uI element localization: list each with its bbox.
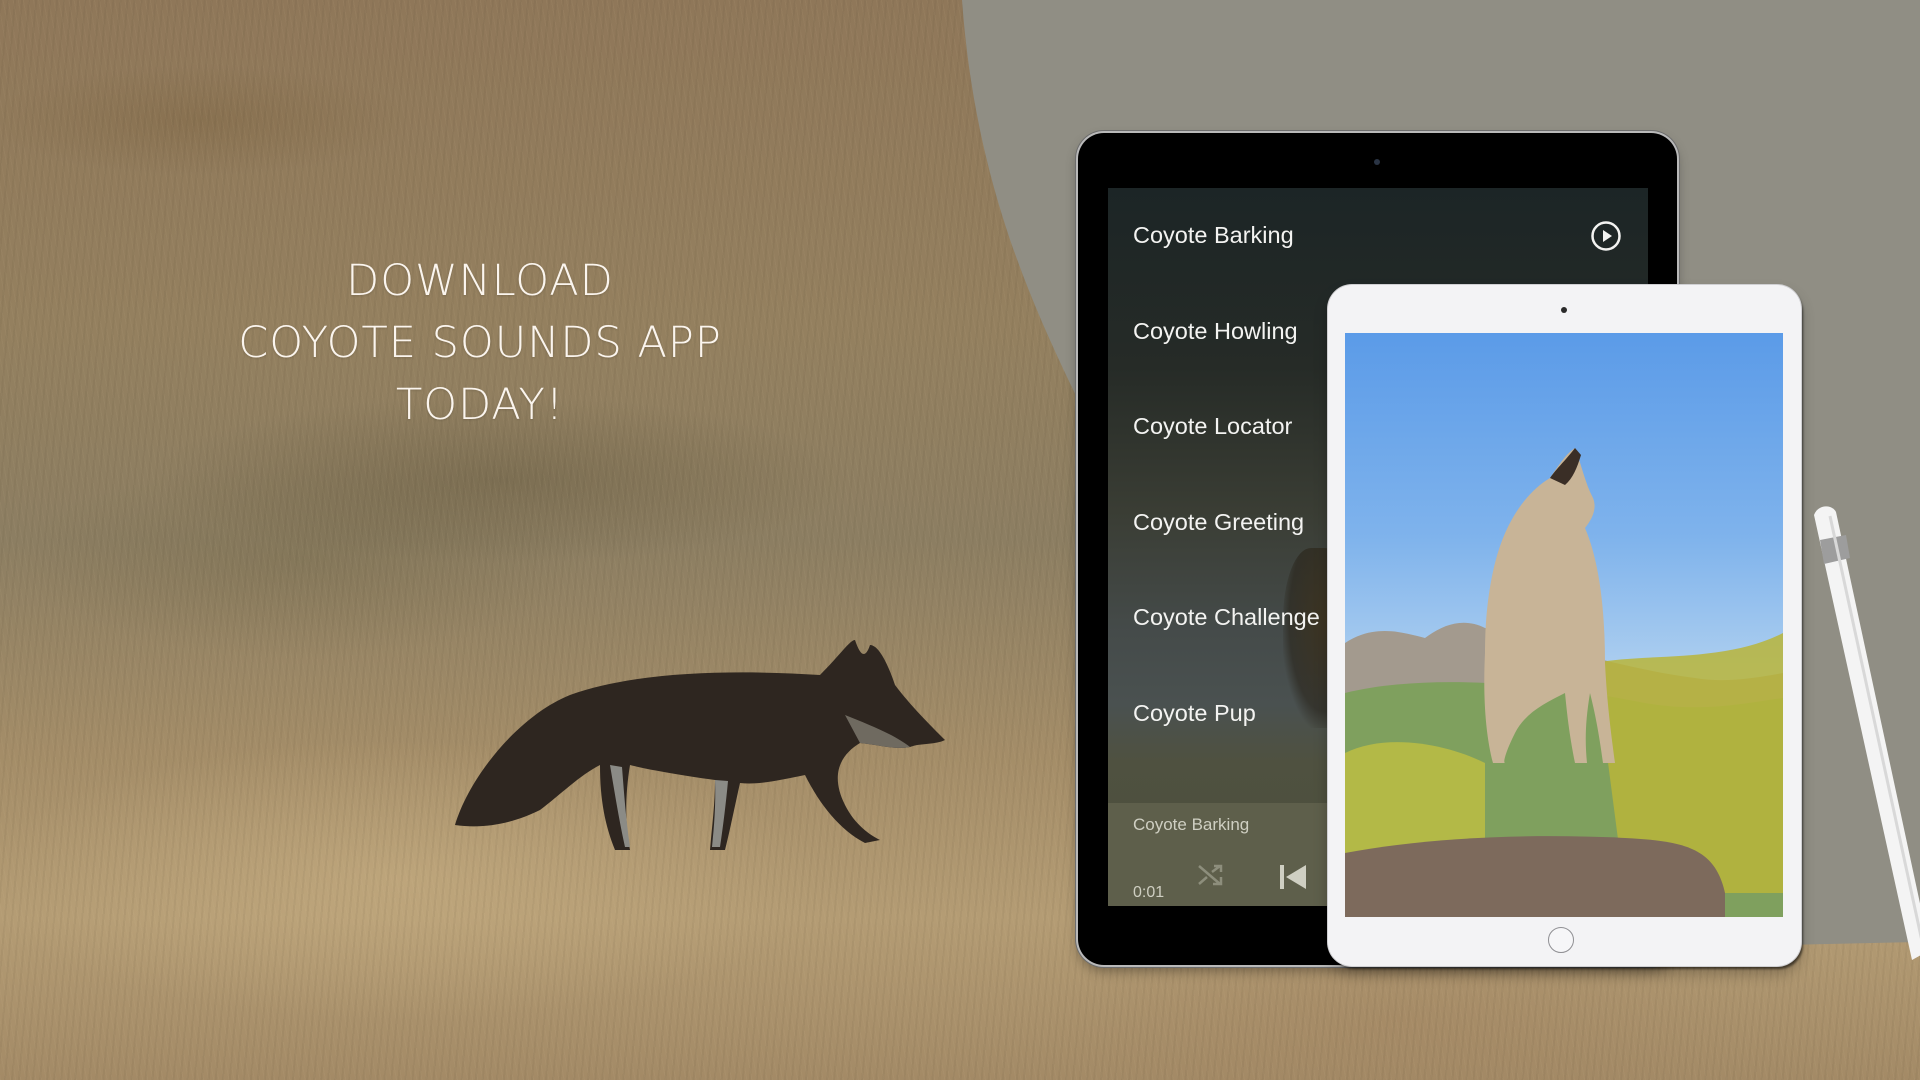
walking-coyote-image	[455, 640, 945, 850]
home-button[interactable]	[1548, 927, 1574, 953]
headline: DOWNLOAD COYOTE SOUNDS APP TODAY!	[230, 250, 730, 436]
track-label: Coyote Locator	[1133, 413, 1293, 440]
howling-coyote-screen	[1345, 333, 1783, 917]
headline-line-1: DOWNLOAD	[346, 256, 614, 306]
ipad-white-device	[1328, 285, 1801, 966]
track-label: Coyote Pup	[1133, 699, 1256, 726]
front-camera	[1561, 307, 1567, 313]
track-item-coyote-barking[interactable]: Coyote Barking	[1108, 188, 1648, 284]
now-playing-title: Coyote Barking	[1133, 815, 1250, 834]
play-circle-icon[interactable]	[1590, 220, 1622, 252]
headline-line-2: COYOTE SOUNDS APP	[238, 318, 722, 368]
track-label: Coyote Barking	[1133, 222, 1294, 249]
apple-pencil	[1814, 506, 1920, 960]
track-label: Coyote Greeting	[1133, 508, 1305, 535]
howling-coyote-image	[1345, 448, 1783, 917]
skip-previous-icon[interactable]	[1278, 863, 1308, 891]
shuffle-icon[interactable]	[1196, 861, 1226, 889]
track-label: Coyote Challenge	[1133, 604, 1320, 631]
headline-line-3: TODAY!	[395, 380, 565, 430]
track-label: Coyote Howling	[1133, 317, 1298, 344]
elapsed-time: 0:01	[1133, 884, 1165, 901]
front-camera	[1374, 159, 1380, 165]
